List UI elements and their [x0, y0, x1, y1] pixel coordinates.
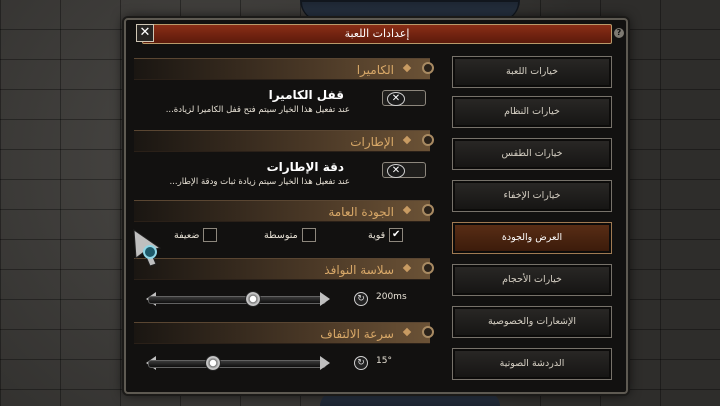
diamond-icon — [402, 135, 412, 145]
rotation-slider-thumb[interactable] — [205, 355, 221, 371]
nav-item-voice-chat[interactable]: الدردشة الصوتية — [452, 348, 612, 380]
toggle-off-icon: ✕ — [387, 92, 405, 106]
section-title-quality: الجودة العامة — [328, 205, 394, 219]
quality-option-label: متوسطة — [264, 229, 298, 241]
settings-window: ✕ إعدادات اللعبة ? الكاميرا قفل الكاميرا… — [124, 18, 628, 394]
nav-item-notifications-privacy[interactable]: الإشعارات والخصوصية — [452, 306, 612, 338]
nav-item-weather-options[interactable]: خيارات الطقس — [452, 138, 612, 170]
diamond-icon — [402, 63, 412, 73]
camera-lock-toggle[interactable]: ✕ — [382, 90, 426, 106]
smoothness-slider-row: ↻ 200ms — [146, 290, 430, 308]
quality-checkbox-low[interactable] — [203, 228, 218, 242]
settings-panel: الكاميرا قفل الكاميرا عند تفعيل هذا الخي… — [134, 58, 434, 384]
mouse-cursor-icon — [133, 228, 162, 267]
quality-checkbox-medium[interactable] — [301, 228, 316, 242]
quality-option-label: ضعيفة — [174, 229, 200, 241]
section-title-camera: الكاميرا — [356, 63, 394, 77]
frame-accuracy-desc: عند تفعيل هذا الخيار سيتم زيادة ثبات ودق… — [169, 177, 350, 187]
rotation-value: 15° — [376, 356, 392, 366]
rotation-slider[interactable] — [148, 360, 326, 368]
arrow-right-icon[interactable] — [320, 292, 330, 306]
reset-icon[interactable]: ↻ — [354, 356, 368, 370]
rotation-slider-row: ↻ 15° — [146, 354, 430, 372]
close-button[interactable]: ✕ — [136, 24, 154, 42]
smoothness-value: 200ms — [376, 292, 407, 302]
reset-icon[interactable]: ↻ — [354, 292, 368, 306]
settings-nav: خيارات اللعبة خيارات النظام خيارات الطقس… — [452, 56, 612, 380]
knob-icon — [422, 204, 434, 216]
quality-checkbox-high[interactable]: ✔ — [389, 228, 404, 242]
section-header-frames: الإطارات — [134, 130, 434, 152]
section-title-smoothness: سلاسة النوافذ — [324, 263, 394, 277]
knob-icon — [422, 134, 434, 146]
quality-option-label: قوية — [368, 229, 386, 241]
quality-option-high[interactable]: قوية ✔ — [368, 228, 404, 242]
diamond-icon — [402, 205, 412, 215]
nav-item-display-quality[interactable]: العرض والجودة — [452, 222, 612, 254]
nav-item-game-options[interactable]: خيارات اللعبة — [452, 56, 612, 88]
quality-option-medium[interactable]: متوسطة — [264, 228, 316, 242]
quality-option-low[interactable]: ضعيفة — [174, 228, 218, 242]
section-header-smoothness: سلاسة النوافذ — [134, 258, 434, 280]
section-header-rotation: سرعة الالتفاف — [134, 322, 434, 344]
diamond-icon — [402, 263, 412, 273]
toggle-off-icon: ✕ — [387, 164, 405, 178]
smoothness-slider[interactable] — [148, 296, 326, 304]
nav-item-hide-options[interactable]: خيارات الإخفاء — [452, 180, 612, 212]
section-title-frames: الإطارات — [350, 135, 394, 149]
frame-accuracy-toggle[interactable]: ✕ — [382, 162, 426, 178]
nav-item-size-options[interactable]: خيارات الأحجام — [452, 264, 612, 296]
arrow-right-icon[interactable] — [320, 356, 330, 370]
bottom-ornament — [320, 392, 500, 406]
window-title: إعدادات اللعبة — [142, 24, 612, 44]
knob-icon — [422, 326, 434, 338]
section-header-camera: الكاميرا — [134, 58, 434, 80]
frame-accuracy-title: دقة الإطارات — [266, 160, 344, 174]
knob-icon — [422, 62, 434, 74]
camera-lock-title: قفل الكاميرا — [268, 88, 344, 102]
section-title-rotation: سرعة الالتفاف — [320, 327, 394, 341]
knob-icon — [422, 262, 434, 274]
section-header-quality: الجودة العامة — [134, 200, 434, 222]
nav-item-system-options[interactable]: خيارات النظام — [452, 96, 612, 128]
camera-lock-desc: عند تفعيل هذا الخيار سيتم فتح قفل الكامي… — [165, 105, 350, 115]
diamond-icon — [402, 327, 412, 337]
help-icon[interactable]: ? — [614, 28, 624, 38]
quality-options: قوية ✔ متوسطة ضعيفة — [134, 228, 430, 246]
smoothness-slider-thumb[interactable] — [245, 291, 261, 307]
